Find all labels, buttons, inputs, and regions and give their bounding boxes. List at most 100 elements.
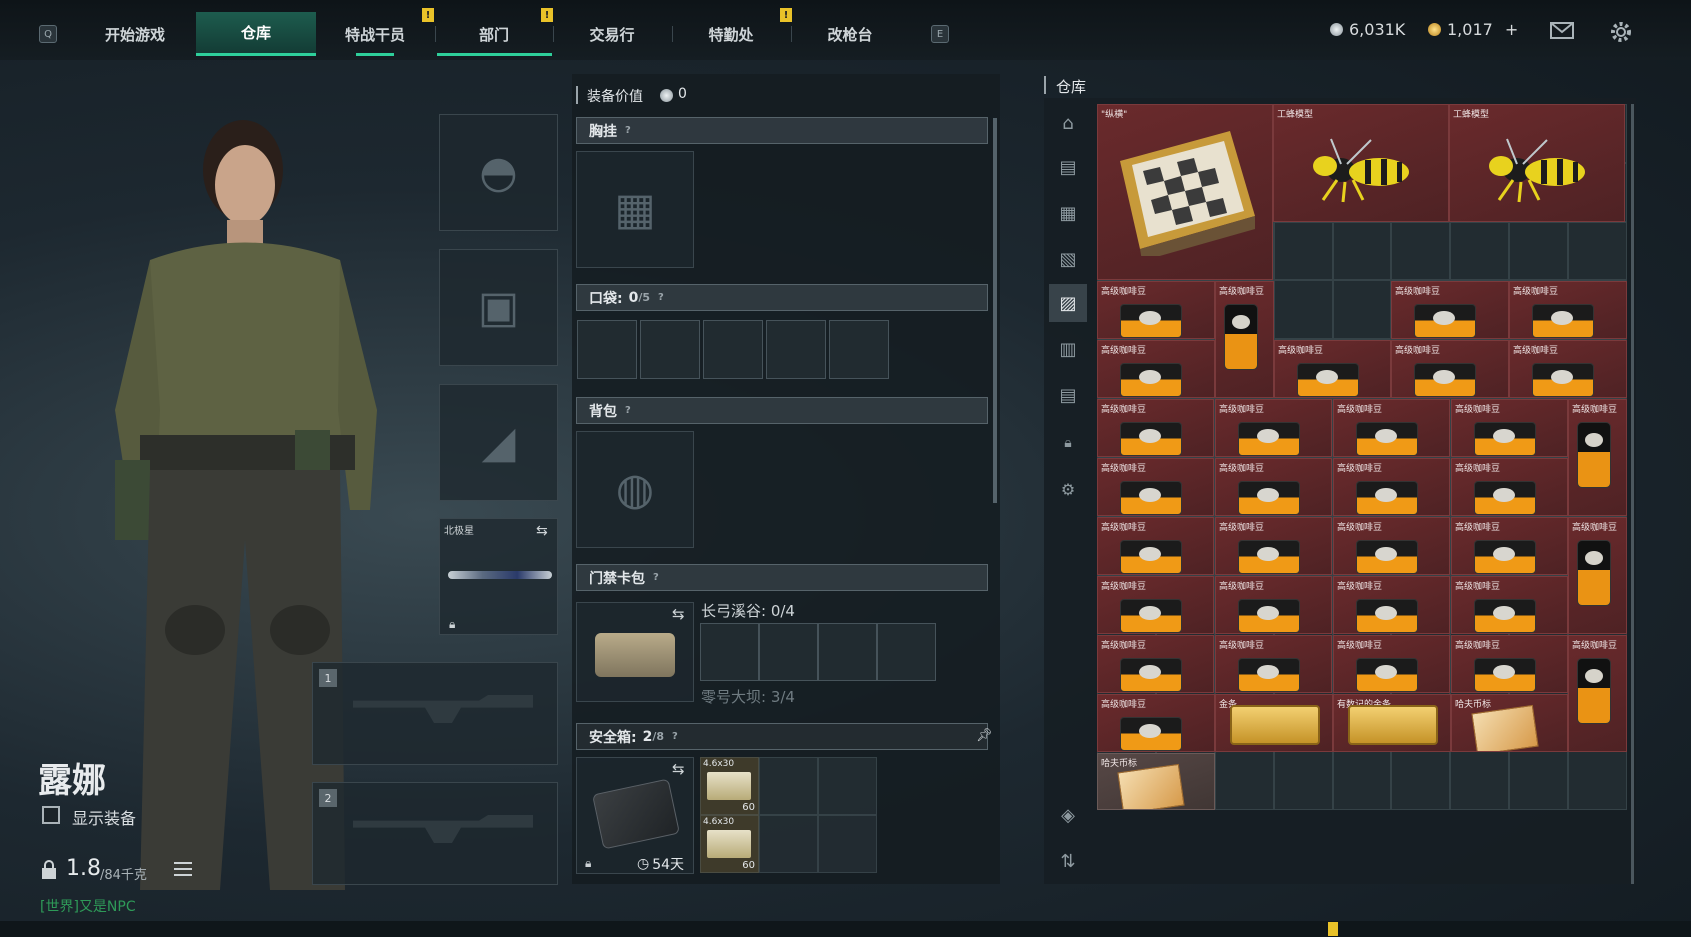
pocket-slot[interactable] — [703, 320, 763, 379]
warehouse-item-coffee[interactable]: 高级咖啡豆 — [1333, 517, 1450, 575]
warehouse-item-coffee[interactable]: 高级咖啡豆 — [1509, 340, 1627, 398]
warehouse-cell[interactable] — [1332, 221, 1392, 281]
warehouse-item-coffee[interactable]: 高级咖啡豆 — [1274, 340, 1391, 398]
pin-icon[interactable]: 📌︎ — [976, 728, 993, 743]
warehouse-item-chess[interactable]: "纵横" — [1097, 104, 1273, 280]
warehouse-item-coffee[interactable]: 高级咖啡豆 — [1568, 399, 1627, 516]
add-gold-button[interactable]: + — [1505, 20, 1518, 39]
warehouse-cell[interactable] — [1568, 751, 1627, 810]
warehouse-item-gold-bar[interactable]: 金条 — [1215, 694, 1333, 752]
warehouse-cell[interactable] — [1450, 751, 1510, 810]
warehouse-item-coffee[interactable]: 高级咖啡豆 — [1097, 399, 1214, 457]
warehouse-cell[interactable] — [1509, 751, 1569, 810]
warehouse-item-coffee[interactable]: 高级咖啡豆 — [1568, 517, 1627, 634]
tab-special-service[interactable]: 特勤处 — [672, 12, 790, 56]
warehouse-item-coffee[interactable]: 高级咖啡豆 — [1215, 281, 1274, 398]
warehouse-item-coffee[interactable]: 高级咖啡豆 — [1568, 635, 1627, 752]
warehouse-item-marked-gold-bar[interactable]: 有数记的金条 — [1333, 694, 1451, 752]
pocket-slot[interactable] — [577, 320, 637, 379]
warehouse-cell[interactable] — [1391, 751, 1451, 810]
warehouse-item-coffee[interactable]: 高级咖啡豆 — [1097, 517, 1214, 575]
warehouse-page-selected-icon[interactable]: ▨ — [1049, 284, 1087, 322]
keycard-slot[interactable] — [877, 623, 936, 681]
warehouse-page-4c-icon[interactable]: ▥ — [1049, 330, 1087, 368]
warehouse-item-hafu-ticket[interactable]: 哈夫币标 — [1097, 753, 1215, 810]
help-icon[interactable]: ? — [672, 731, 678, 742]
pocket-slot[interactable] — [829, 320, 889, 379]
warehouse-page-3-icon[interactable]: ▤ — [1049, 376, 1087, 414]
melee-slot[interactable]: 北极星 ⇆ 🔒︎ — [439, 518, 558, 635]
warehouse-item-coffee[interactable]: 高级咖啡豆 — [1097, 281, 1215, 339]
world-chat-line[interactable]: [世界]又是NPC — [40, 896, 136, 916]
warehouse-item-coffee[interactable]: 高级咖啡豆 — [1215, 399, 1332, 457]
tab-warehouse[interactable]: 仓库 — [196, 12, 316, 56]
mail-icon[interactable] — [1550, 22, 1574, 39]
warehouse-cell[interactable] — [1391, 221, 1451, 281]
helmet-slot[interactable]: ◓ — [439, 114, 558, 231]
lock-icon[interactable]: 🔒︎ — [1049, 424, 1087, 462]
next-tab-key[interactable]: E — [931, 25, 949, 43]
help-icon[interactable]: ? — [653, 572, 659, 583]
swap-icon[interactable]: ⇆ — [672, 605, 685, 623]
warehouse-cell[interactable] — [1332, 751, 1392, 810]
ammo-item[interactable]: 4.6x30 60 — [700, 757, 759, 815]
warehouse-item-coffee[interactable]: 高级咖啡豆 — [1097, 635, 1214, 693]
warehouse-item-hafu-ticket[interactable]: 哈夫币标 — [1451, 694, 1568, 752]
help-icon[interactable]: ? — [658, 292, 664, 303]
ammo-item[interactable]: 4.6x30 60 — [700, 815, 759, 873]
warehouse-item-coffee[interactable]: 高级咖啡豆 — [1451, 458, 1568, 516]
swap-icon[interactable]: ⇆ — [536, 523, 548, 539]
warehouse-item-coffee[interactable]: 高级咖啡豆 — [1333, 399, 1450, 457]
tab-gunsmith[interactable]: 改枪台 — [791, 12, 909, 56]
keycard-case-slot[interactable]: ⇆ — [576, 602, 694, 702]
safebox-slot[interactable]: ⇆ 🔒︎ ◷ 54天 — [576, 757, 694, 874]
warehouse-item-coffee[interactable]: 高级咖啡豆 — [1215, 458, 1332, 516]
warehouse-item-coffee[interactable]: 高级咖啡豆 — [1451, 517, 1568, 575]
keycard-slot[interactable] — [818, 623, 877, 681]
warehouse-item-coffee[interactable]: 高级咖啡豆 — [1333, 635, 1450, 693]
warehouse-item-wasp-model[interactable]: 工蜂模型 — [1273, 104, 1449, 222]
swap-icon[interactable]: ⇆ — [672, 760, 685, 778]
list-menu-icon[interactable] — [174, 861, 192, 877]
warehouse-item-coffee[interactable]: 高级咖啡豆 — [1391, 281, 1509, 339]
warehouse-page-icon[interactable]: ▦ — [1049, 194, 1087, 232]
backpack-slot[interactable]: ◍ — [576, 431, 694, 548]
safebox-cell[interactable] — [818, 757, 877, 815]
warehouse-item-coffee[interactable]: 高级咖啡豆 — [1509, 281, 1627, 339]
safebox-cell[interactable] — [759, 815, 818, 873]
layers-icon[interactable]: ◈ — [1049, 796, 1087, 834]
warehouse-item-coffee[interactable]: 高级咖啡豆 — [1097, 458, 1214, 516]
warehouse-item-coffee[interactable]: 高级咖啡豆 — [1451, 576, 1568, 634]
tab-department[interactable]: 部门 — [435, 12, 553, 56]
warehouse-item-coffee[interactable]: 高级咖啡豆 — [1215, 576, 1332, 634]
settings-gear-icon[interactable]: ⚙ — [1049, 470, 1087, 508]
armor-slot[interactable]: ▣ — [439, 249, 558, 366]
help-icon[interactable]: ? — [625, 405, 631, 416]
primary-weapon-slot[interactable]: 1 — [312, 662, 558, 765]
secondary-weapon-slot[interactable]: 2 — [312, 782, 558, 885]
pistol-slot[interactable]: ◢ — [439, 384, 558, 501]
warehouse-scrollbar[interactable] — [1631, 104, 1634, 884]
warehouse-item-coffee[interactable]: 高级咖啡豆 — [1333, 576, 1450, 634]
prev-tab-key[interactable]: Q — [39, 25, 57, 43]
warehouse-item-coffee[interactable]: 高级咖啡豆 — [1451, 635, 1568, 693]
safebox-cell[interactable] — [759, 757, 818, 815]
warehouse-item-coffee[interactable]: 高级咖啡豆 — [1097, 340, 1215, 398]
warehouse-cell[interactable] — [1568, 221, 1627, 281]
keycard-slot[interactable] — [700, 623, 759, 681]
warehouse-item-coffee[interactable]: 高级咖啡豆 — [1333, 458, 1450, 516]
warehouse-cell[interactable] — [1273, 751, 1333, 810]
pocket-slot[interactable] — [766, 320, 826, 379]
warehouse-cell[interactable] — [1509, 221, 1569, 281]
settings-gear-icon[interactable] — [1609, 20, 1633, 44]
tab-start-game[interactable]: 开始游戏 — [76, 12, 194, 56]
warehouse-item-coffee[interactable]: 高级咖啡豆 — [1451, 399, 1568, 457]
safebox-cell[interactable] — [818, 815, 877, 873]
show-equipment-checkbox[interactable] — [42, 806, 60, 824]
warehouse-item-coffee[interactable]: 高级咖啡豆 — [1215, 517, 1332, 575]
warehouse-cell[interactable] — [1273, 221, 1333, 281]
warehouse-all-icon[interactable]: ⌂ — [1049, 104, 1087, 142]
warehouse-item-wasp-model[interactable]: 工蜂模型 — [1449, 104, 1625, 222]
warehouse-cell[interactable] — [1273, 280, 1333, 340]
warehouse-item-coffee[interactable]: 高级咖啡豆 — [1215, 635, 1332, 693]
